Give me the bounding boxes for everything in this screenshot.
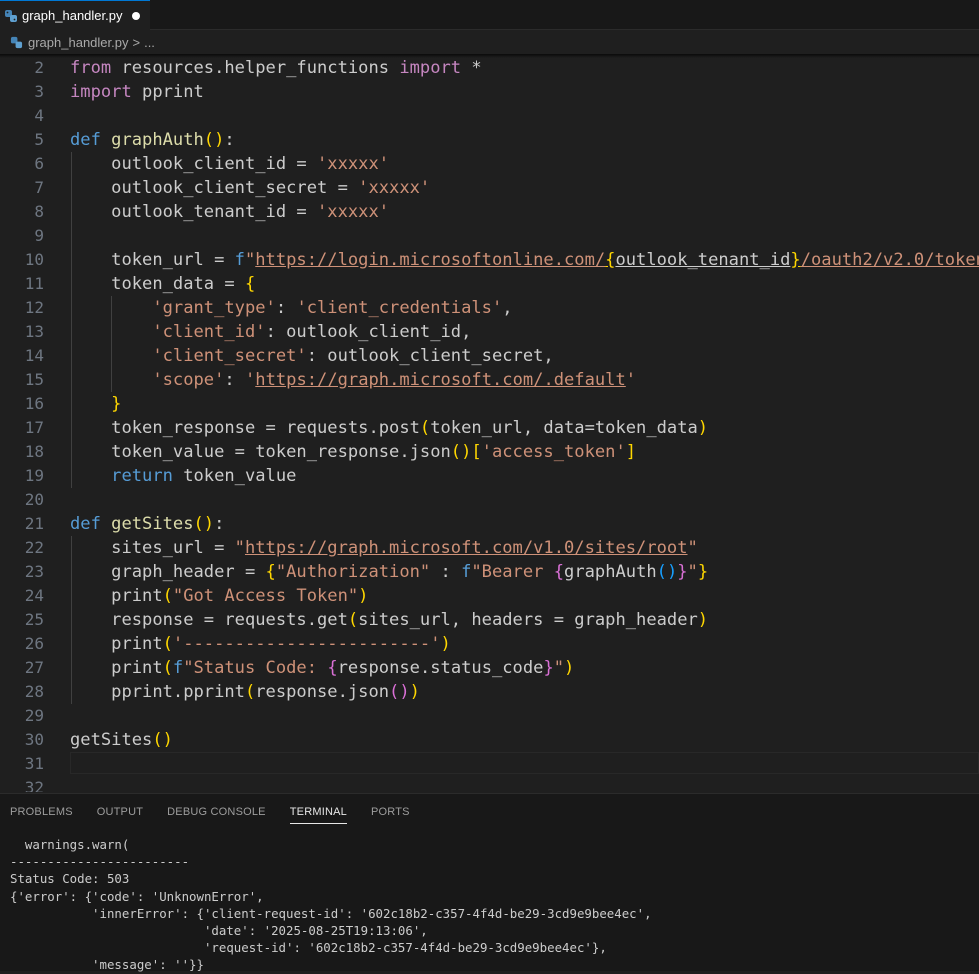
line-number: 16 bbox=[24, 394, 44, 413]
line-number: 6 bbox=[34, 154, 44, 173]
line-number: 20 bbox=[24, 490, 44, 509]
bottom-panel: PROBLEMS OUTPUT DEBUG CONSOLE TERMINAL PORTS… bbox=[0, 793, 979, 974]
line-number: 8 bbox=[34, 202, 44, 221]
code-text: token_response = requests.post(token_url… bbox=[70, 418, 709, 438]
line-number: 30 bbox=[24, 730, 44, 749]
line-number: 18 bbox=[24, 442, 44, 461]
code-text: 'client_secret': outlook_client_secret, bbox=[152, 346, 554, 366]
code-text: print(f"Status Code: {response.status_co… bbox=[70, 658, 575, 678]
code-text: token_value = token_response.json()['acc… bbox=[70, 442, 637, 462]
terminal-output[interactable]: warnings.warn( ------------------------ St… bbox=[10, 836, 652, 974]
indent-guide bbox=[111, 296, 112, 392]
terminal-line: ------------------------ bbox=[10, 854, 190, 870]
tab-terminal[interactable]: TERMINAL bbox=[289, 800, 348, 824]
current-line-highlight bbox=[70, 752, 979, 774]
code-text: graph_header = {"Authorization" : f"Bear… bbox=[70, 562, 709, 582]
tab-label: graph_handler.py bbox=[22, 8, 123, 23]
code-text: outlook_client_id = 'xxxxx' bbox=[70, 154, 390, 174]
tab-debug-console[interactable]: DEBUG CONSOLE bbox=[167, 800, 266, 824]
line-number: 5 bbox=[34, 130, 44, 149]
python-file-icon bbox=[4, 9, 18, 23]
indent-guide bbox=[71, 152, 72, 488]
line-number: 27 bbox=[24, 658, 44, 677]
code-text: } bbox=[111, 394, 122, 414]
line-number: 22 bbox=[24, 538, 44, 557]
scroll-shadow bbox=[0, 54, 979, 58]
chevron-right-icon: > bbox=[132, 34, 141, 50]
tab-graph-handler[interactable]: graph_handler.py bbox=[0, 0, 150, 30]
code-text: print('------------------------') bbox=[70, 634, 451, 654]
terminal-line: Status Code: 503 bbox=[10, 871, 130, 887]
code-text: response = requests.get(sites_url, heade… bbox=[70, 610, 709, 630]
breadcrumb-more[interactable]: ... bbox=[144, 35, 155, 50]
breadcrumb: graph_handler.py > ... bbox=[0, 31, 979, 53]
line-number: 19 bbox=[24, 466, 44, 485]
line-number: 21 bbox=[24, 514, 44, 533]
line-number: 3 bbox=[34, 82, 44, 101]
tab-ports[interactable]: PORTS bbox=[371, 800, 410, 824]
code-text: from resources.helper_functions import * bbox=[70, 58, 482, 78]
line-number: 31 bbox=[24, 754, 44, 773]
code-text: 'client_id': outlook_client_id, bbox=[152, 322, 472, 342]
code-text: print("Got Access Token") bbox=[70, 586, 369, 606]
code-text: outlook_client_secret = 'xxxxx' bbox=[70, 178, 431, 198]
line-number: 23 bbox=[24, 562, 44, 581]
code-text: 'scope': 'https://graph.microsoft.com/.d… bbox=[152, 370, 637, 390]
code-text: import pprint bbox=[70, 82, 204, 102]
code-text: token_url = f"https://login.microsoftonl… bbox=[70, 250, 979, 270]
line-number: 10 bbox=[24, 250, 44, 269]
line-number: 25 bbox=[24, 610, 44, 629]
unsaved-changes-dot-icon[interactable] bbox=[132, 11, 140, 20]
terminal-line: 'date': '2025-08-25T19:13:06', bbox=[10, 922, 428, 938]
code-text: pprint.pprint(response.json()) bbox=[70, 682, 420, 702]
code-text: def graphAuth(): bbox=[70, 130, 235, 150]
editor-tab-bar: graph_handler.py bbox=[0, 0, 979, 30]
code-text: outlook_tenant_id = 'xxxxx' bbox=[70, 202, 390, 222]
indent-guide bbox=[71, 536, 72, 704]
terminal-line: 'innerError': {'client-request-id': '602… bbox=[10, 905, 652, 921]
line-number: 7 bbox=[34, 178, 44, 197]
panel-tab-bar: PROBLEMS OUTPUT DEBUG CONSOLE TERMINAL PORTS bbox=[10, 794, 434, 830]
code-text: getSites() bbox=[70, 730, 173, 750]
line-number: 2 bbox=[34, 58, 44, 77]
line-number: 28 bbox=[24, 682, 44, 701]
code-text: sites_url = "https://graph.microsoft.com… bbox=[70, 538, 698, 558]
code-text: return token_value bbox=[111, 466, 297, 486]
line-number: 15 bbox=[24, 370, 44, 389]
tab-problems[interactable]: PROBLEMS bbox=[10, 800, 73, 824]
line-number: 9 bbox=[34, 226, 44, 245]
tab-output[interactable]: OUTPUT bbox=[97, 800, 143, 824]
code-text: def getSites(): bbox=[70, 514, 225, 534]
line-number: 12 bbox=[24, 298, 44, 317]
python-file-icon bbox=[10, 36, 23, 49]
line-number: 14 bbox=[24, 346, 44, 365]
line-number: 4 bbox=[34, 106, 44, 125]
line-number: 29 bbox=[24, 706, 44, 725]
breadcrumb-file[interactable]: graph_handler.py bbox=[28, 35, 128, 50]
line-number: 32 bbox=[24, 778, 44, 792]
terminal-line: {'error': {'code': 'UnknownError', bbox=[10, 888, 264, 904]
code-editor[interactable]: 2 from resources.helper_functions import … bbox=[0, 54, 979, 792]
line-number: 11 bbox=[24, 274, 44, 293]
terminal-line: warnings.warn( bbox=[10, 837, 130, 852]
line-number: 13 bbox=[24, 322, 44, 341]
line-number: 26 bbox=[24, 634, 44, 653]
code-text: token_data = { bbox=[70, 274, 256, 294]
terminal-line: 'request-id': '602c18b2-c357-4f4d-be29-3… bbox=[10, 940, 607, 956]
line-number: 17 bbox=[24, 418, 44, 437]
code-text: 'grant_type': 'client_credentials', bbox=[152, 298, 513, 318]
line-number: 24 bbox=[24, 586, 44, 605]
